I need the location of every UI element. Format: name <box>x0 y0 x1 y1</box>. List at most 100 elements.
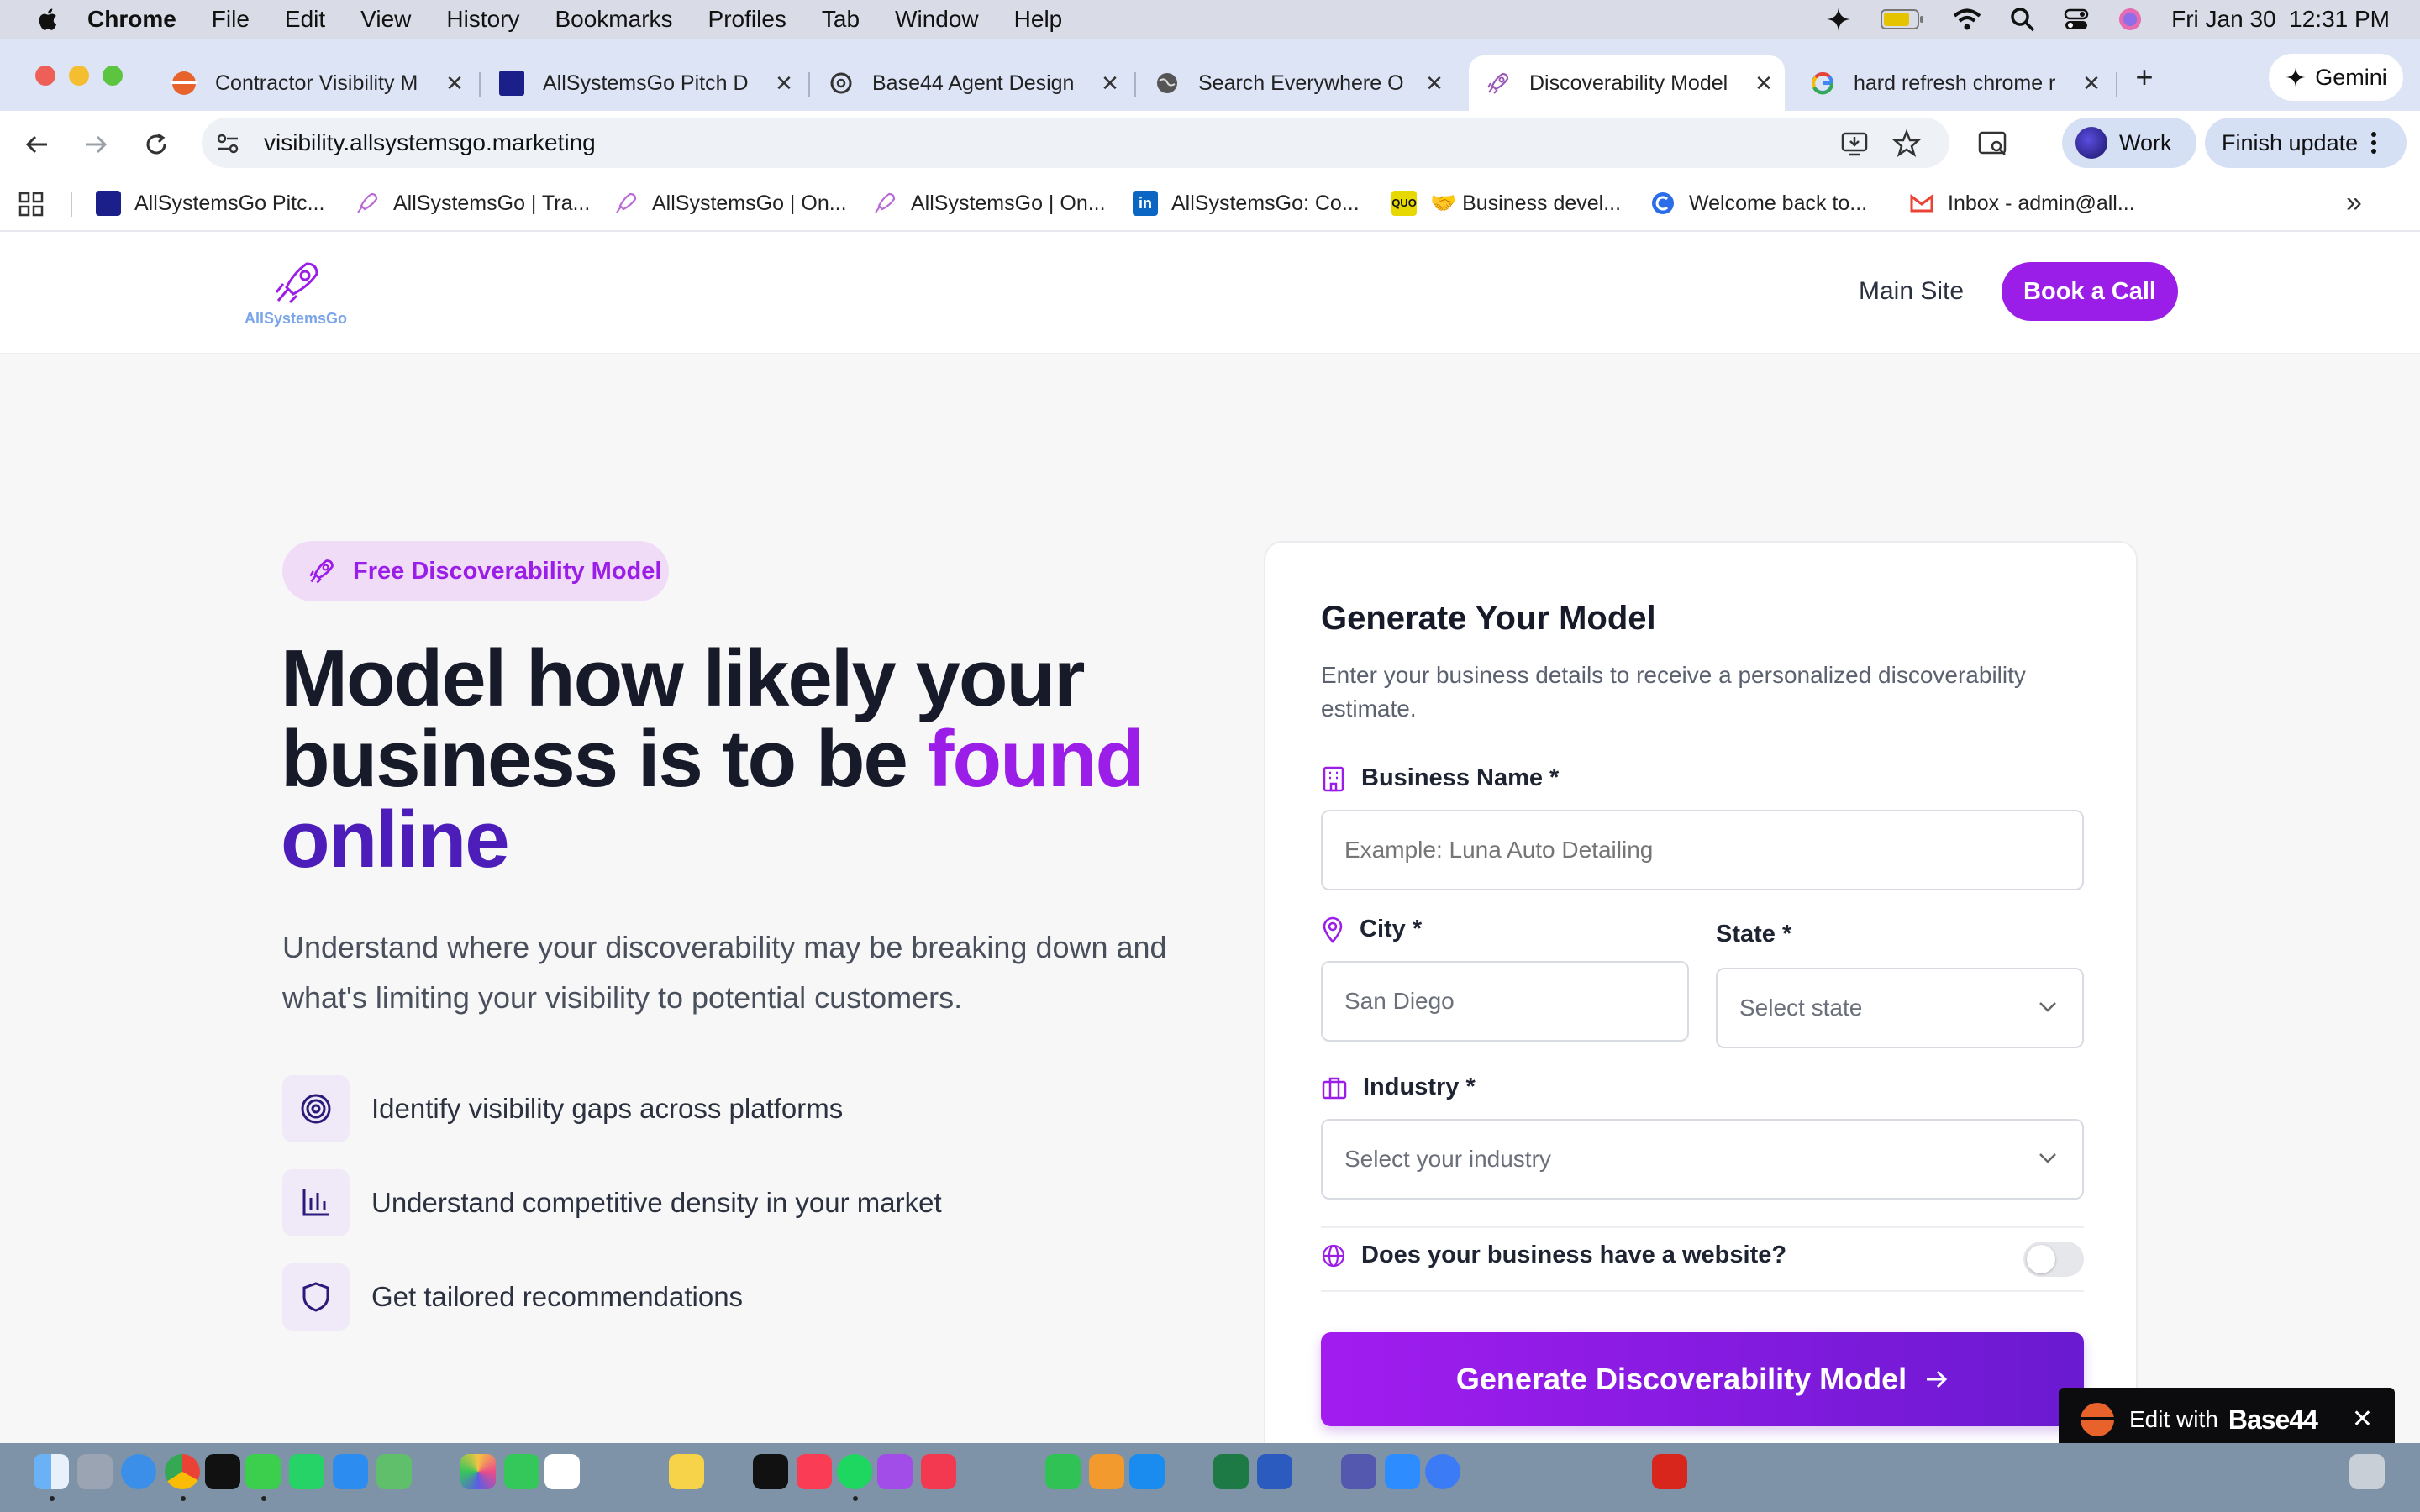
bookmark-item[interactable]: AllSystemsGo | Tra... <box>355 188 590 218</box>
messages-icon[interactable] <box>245 1454 281 1489</box>
menu-window[interactable]: Window <box>895 6 979 33</box>
state-select[interactable]: Select state <box>1716 968 2084 1048</box>
finish-update-button[interactable]: Finish update <box>2205 118 2407 168</box>
divider <box>1321 1226 2084 1228</box>
safari-icon[interactable] <box>121 1454 156 1489</box>
site-info-icon[interactable] <box>215 131 240 156</box>
generate-model-button[interactable]: Generate Discoverability Model <box>1321 1332 2084 1426</box>
finder-icon[interactable] <box>34 1454 69 1489</box>
battery-icon[interactable] <box>1881 8 1924 30</box>
website-toggle[interactable] <box>2023 1242 2084 1277</box>
bookmark-item[interactable]: QUO 🤝 Business devel... <box>1392 188 1621 218</box>
profile-label: Work <box>2119 129 2172 155</box>
tab-search-everywhere[interactable]: Search Everywhere O ✕ <box>1138 55 1455 111</box>
siri-icon[interactable] <box>2118 7 2143 32</box>
book-a-call-button[interactable]: Book a Call <box>2002 262 2178 321</box>
menu-edit[interactable]: Edit <box>285 6 325 33</box>
tab-contractor-visibility[interactable]: Contractor Visibility M ✕ <box>155 55 476 111</box>
menubar-clock[interactable]: Fri Jan 30 12:31 PM <box>2171 6 2390 33</box>
city-value: San Diego <box>1344 988 1455 1014</box>
news-icon[interactable] <box>921 1454 956 1489</box>
pages-icon[interactable] <box>1089 1454 1124 1489</box>
tab-hard-refresh[interactable]: hard refresh chrome r ✕ <box>1793 55 2112 111</box>
business-name-input[interactable] <box>1321 810 2084 890</box>
bookmark-item[interactable]: Inbox - admin@all... <box>1909 188 2135 218</box>
spotlight-search-icon[interactable] <box>2010 7 2035 32</box>
minimize-window-button[interactable] <box>69 66 89 86</box>
city-input[interactable]: San Diego <box>1321 961 1689 1042</box>
control-center-icon[interactable] <box>2064 7 2089 32</box>
spotify-icon[interactable] <box>837 1454 872 1489</box>
zoom-window-button[interactable] <box>103 66 123 86</box>
url-text[interactable]: visibility.allsystemsgo.marketing <box>264 129 596 156</box>
gemini-button[interactable]: Gemini <box>2269 54 2403 101</box>
edit-with-base44-widget[interactable]: Edit with Base44 ✕ <box>2059 1388 2395 1443</box>
launchpad-icon[interactable] <box>77 1454 113 1489</box>
menu-view[interactable]: View <box>360 6 411 33</box>
bookmark-item[interactable]: Welcome back to... <box>1650 188 1867 218</box>
close-widget-icon[interactable]: ✕ <box>2352 1404 2373 1434</box>
menu-tab[interactable]: Tab <box>822 6 860 33</box>
bookmark-item[interactable]: AllSystemsGo Pitc... <box>96 188 324 218</box>
facetime-icon[interactable] <box>504 1454 539 1489</box>
calendar-icon[interactable] <box>544 1454 580 1489</box>
whatsapp-icon[interactable] <box>289 1454 324 1489</box>
close-tab-icon[interactable]: ✕ <box>1097 71 1123 97</box>
numbers-icon[interactable] <box>1045 1454 1081 1489</box>
apps-grid-icon[interactable] <box>18 192 44 217</box>
app-store-icon[interactable] <box>1129 1454 1165 1489</box>
menu-help[interactable]: Help <box>1014 6 1063 33</box>
acrobat-icon[interactable] <box>1652 1454 1687 1489</box>
tab-discoverability-model[interactable]: Discoverability Model ✕ <box>1469 55 1785 111</box>
close-window-button[interactable] <box>35 66 55 86</box>
close-tab-icon[interactable]: ✕ <box>1422 71 1447 97</box>
back-arrow-icon[interactable] <box>24 131 50 158</box>
more-bookmarks-icon[interactable]: » <box>2346 186 2362 219</box>
bookmark-item[interactable]: AllSystemsGo | On... <box>613 188 847 218</box>
music-icon[interactable] <box>797 1454 832 1489</box>
new-tab-button[interactable]: + <box>2129 62 2160 92</box>
forward-arrow-icon[interactable] <box>82 131 109 158</box>
chrome-icon[interactable] <box>165 1454 200 1489</box>
browser-toolbar: visibility.allsystemsgo.marketing Work F… <box>0 111 2420 175</box>
messenger-icon[interactable] <box>1425 1454 1460 1489</box>
word-icon[interactable] <box>1257 1454 1292 1489</box>
site-logo[interactable]: AllSystemsGo <box>244 260 348 328</box>
bookmark-star-icon[interactable] <box>1892 129 1921 158</box>
close-tab-icon[interactable]: ✕ <box>771 71 797 97</box>
podcasts-icon[interactable] <box>877 1454 913 1489</box>
tiktok-icon[interactable] <box>205 1454 240 1489</box>
notes-icon[interactable] <box>669 1454 704 1489</box>
bookmark-item[interactable]: in AllSystemsGo: Co... <box>1133 188 1360 218</box>
excel-icon[interactable] <box>1213 1454 1249 1489</box>
industry-select[interactable]: Select your industry <box>1321 1119 2084 1200</box>
menu-history[interactable]: History <box>446 6 519 33</box>
tab-search-icon[interactable] <box>1978 129 2008 158</box>
tab-pitch-deck[interactable]: AllSystemsGo Pitch D ✕ <box>482 55 805 111</box>
menu-profiles[interactable]: Profiles <box>708 6 786 33</box>
appletv-icon[interactable] <box>753 1454 788 1489</box>
sparkle-icon[interactable] <box>1825 6 1852 33</box>
menu-bookmarks[interactable]: Bookmarks <box>555 6 672 33</box>
reload-icon[interactable] <box>143 131 170 158</box>
menu-chrome[interactable]: Chrome <box>87 6 176 33</box>
maps-icon[interactable] <box>376 1454 412 1489</box>
apple-logo-icon[interactable] <box>35 7 59 32</box>
menu-file[interactable]: File <box>212 6 250 33</box>
main-site-link[interactable]: Main Site <box>1859 277 1964 306</box>
label-text: State * <box>1716 921 1792 948</box>
close-tab-icon[interactable]: ✕ <box>2079 71 2104 97</box>
close-tab-icon[interactable]: ✕ <box>442 71 467 97</box>
teams-icon[interactable] <box>1341 1454 1376 1489</box>
photos-icon[interactable] <box>460 1454 496 1489</box>
close-tab-icon[interactable]: ✕ <box>1751 71 1776 97</box>
wifi-icon[interactable] <box>1953 8 1981 31</box>
mail-icon[interactable] <box>333 1454 368 1489</box>
tab-base44-agent[interactable]: Base44 Agent Design ✕ <box>812 55 1131 111</box>
install-app-icon[interactable] <box>1840 129 1869 158</box>
bookmark-item[interactable]: AllSystemsGo | On... <box>872 188 1106 218</box>
address-bar[interactable]: visibility.allsystemsgo.marketing <box>202 118 1949 168</box>
trash-icon[interactable] <box>2349 1454 2385 1489</box>
zoom-icon[interactable] <box>1385 1454 1420 1489</box>
profile-button[interactable]: Work <box>2062 118 2196 168</box>
